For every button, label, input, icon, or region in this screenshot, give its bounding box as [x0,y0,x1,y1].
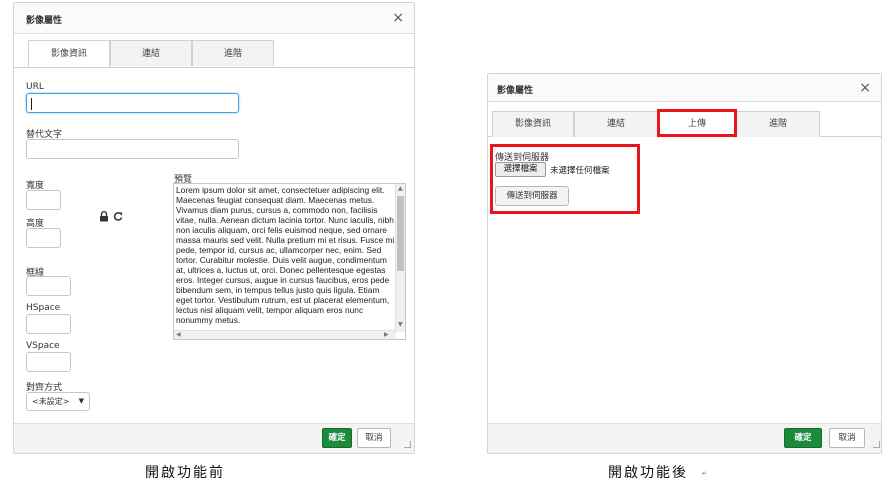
preview-text: Lorem ipsum dolor sit amet, consectetuer… [176,185,395,325]
url-input[interactable] [26,93,239,113]
hspace-label: HSpace [26,303,61,313]
height-input[interactable] [26,228,61,248]
scrollbar-thumb[interactable] [397,196,404,271]
close-icon[interactable]: × [859,81,871,95]
tab-bar: 影像資訊 連結 進階 [14,40,414,68]
dialog-footer: 確定 取消 [488,423,881,453]
caption-after: 開啟功能後 [608,465,688,481]
paragraph-mark: ↵ [702,470,708,477]
tab-image-info[interactable]: 影像資訊 [28,40,110,67]
image-properties-dialog-before: 影像屬性 × 影像資訊 連結 進階 URL 替代文字 寬度 高度 框線 HSpa… [13,2,415,454]
lock-icon[interactable] [99,211,109,222]
vspace-input[interactable] [26,352,71,372]
dialog-footer: 確定 取消 [14,423,414,453]
text-caret [31,98,32,110]
cancel-button[interactable]: 取消 [829,428,865,448]
scroll-left-arrow-icon[interactable]: ◀ [176,332,181,338]
url-label: URL [26,82,44,92]
cancel-button[interactable]: 取消 [357,428,391,448]
caption-before: 開啟功能前 [145,465,225,481]
scroll-down-arrow-icon[interactable]: ▼ [398,322,403,328]
choose-file-button[interactable]: 選擇檔案 [495,162,546,177]
scroll-up-arrow-icon[interactable]: ▲ [398,186,403,192]
upload-tab-highlight [657,109,737,137]
resize-grip-icon[interactable] [404,441,411,448]
tab-link[interactable]: 連結 [574,111,658,137]
scroll-right-arrow-icon[interactable]: ▶ [384,332,389,338]
hspace-input[interactable] [26,314,71,334]
file-status-text: 未選擇任何檔案 [550,166,610,176]
tab-advanced[interactable]: 進階 [736,111,820,137]
alt-text-input[interactable] [26,139,239,159]
dialog-header: 影像屬性 × [14,3,414,34]
resize-grip-icon[interactable] [873,441,880,448]
dialog-title: 影像屬性 [497,86,534,96]
ok-button[interactable]: 確定 [784,428,822,448]
image-properties-dialog-after: 影像屬性 × 影像資訊 連結 上傳 進階 傳送到伺服器 選擇檔案 未選擇任何檔案… [487,73,882,454]
ok-button[interactable]: 確定 [322,428,352,448]
horizontal-scrollbar[interactable]: ◀ ▶ [174,330,396,339]
vspace-label: VSpace [26,341,60,351]
width-input[interactable] [26,190,61,210]
dropdown-arrow-icon: ▼ [78,397,84,405]
refresh-icon[interactable] [113,211,123,222]
dialog-header: 影像屬性 × [488,74,881,102]
align-select[interactable]: <未設定> ▼ [26,392,90,411]
tab-image-info[interactable]: 影像資訊 [492,111,574,137]
dialog-title: 影像屬性 [26,16,63,26]
preview-pane[interactable]: Lorem ipsum dolor sit amet, consectetuer… [173,183,406,340]
close-icon[interactable]: × [392,11,404,25]
border-input[interactable] [26,276,71,296]
send-to-server-button[interactable]: 傳送到伺服器 [495,186,569,206]
tab-link[interactable]: 連結 [110,40,192,66]
align-selected-value: <未設定> [32,397,70,406]
vertical-scrollbar[interactable]: ▲ ▼ [395,184,405,332]
tab-advanced[interactable]: 進階 [192,40,274,66]
